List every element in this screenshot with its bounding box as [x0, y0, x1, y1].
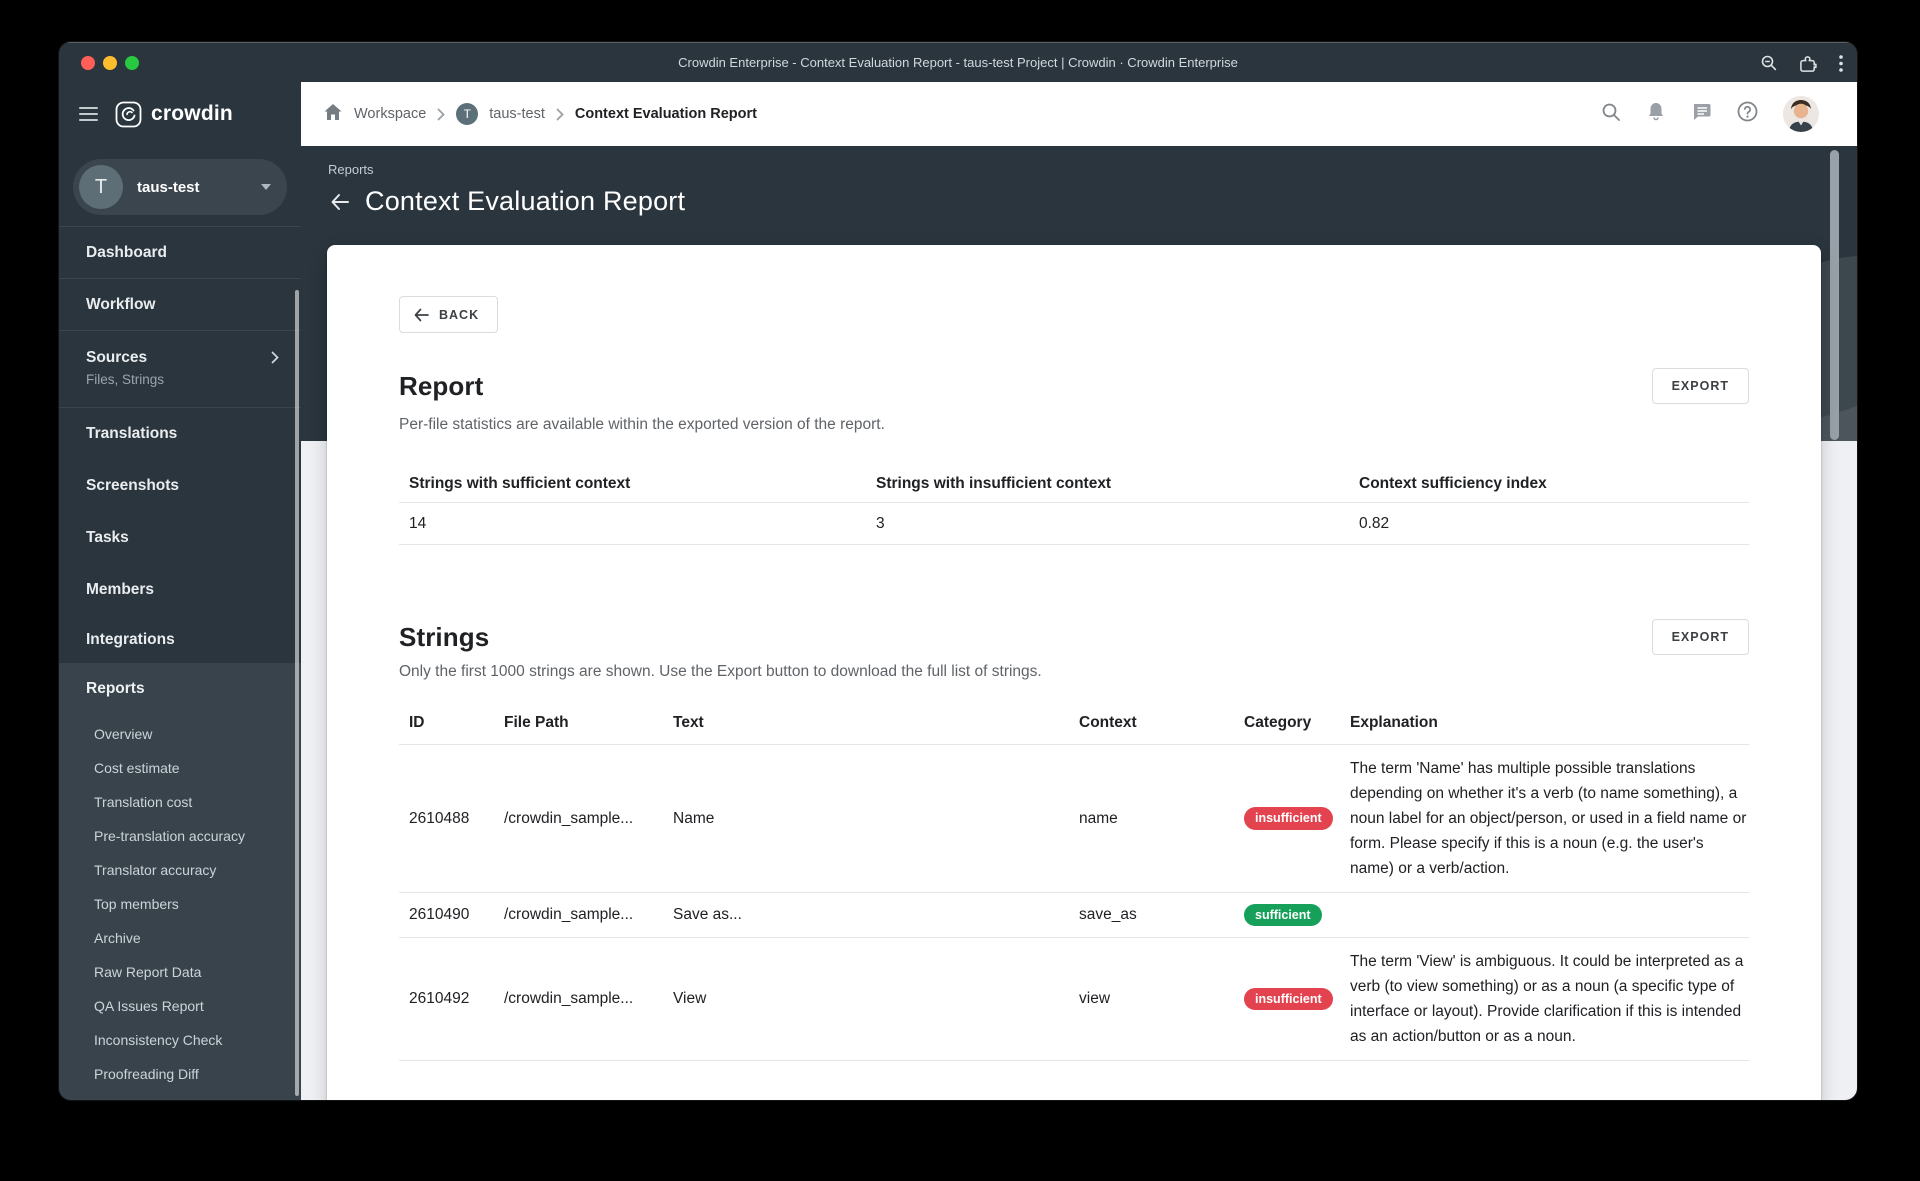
main-area: Reports Context Evaluation Report Worksp…	[301, 82, 1857, 1100]
sources-subtitle: Files, Strings	[86, 372, 165, 387]
screen: Crowdin Enterprise - Context Evaluation …	[0, 0, 1920, 1181]
sidebar-item-workflow[interactable]: Workflow	[59, 279, 301, 331]
breadcrumb-current: Context Evaluation Report	[574, 106, 757, 122]
chevron-down-icon	[261, 184, 271, 190]
crowdin-wordmark: crowdin	[151, 102, 233, 125]
back-button[interactable]: BACK	[399, 296, 499, 333]
extensions-icon[interactable]	[1799, 54, 1818, 73]
sidebar-item-top-members[interactable]: Top members	[59, 887, 301, 921]
breadcrumb-project[interactable]: taus-test	[489, 106, 545, 122]
category-badge: sufficient	[1244, 903, 1322, 927]
sidebar-item-translation-cost[interactable]: Translation cost	[59, 785, 301, 819]
strings-export-button[interactable]: EXPORT	[1651, 619, 1749, 655]
string-id: 2610490	[409, 906, 470, 923]
sidebar-item-sources[interactable]: Sources Files, Strings	[59, 331, 301, 408]
sidebar-item-inconsistency-check[interactable]: Inconsistency Check	[59, 1023, 301, 1057]
strings-heading: Strings	[399, 621, 490, 652]
chevron-right-icon	[556, 108, 564, 121]
user-avatar[interactable]	[1783, 96, 1819, 132]
sidebar-item-screenshots[interactable]: Screenshots	[59, 460, 301, 512]
sidebar-item-members[interactable]: Members	[59, 564, 301, 616]
sidebar-item-archive[interactable]: Archive	[59, 921, 301, 955]
browser-window: Crowdin Enterprise - Context Evaluation …	[59, 42, 1857, 1100]
chevron-right-icon	[437, 108, 446, 121]
string-context: save_as	[1079, 906, 1137, 923]
back-arrow-icon[interactable]	[328, 190, 352, 214]
search-icon[interactable]	[1601, 102, 1621, 127]
strings-table-header: ID File Path Text Context Category Expla…	[399, 701, 1749, 745]
sidebar-item-tasks[interactable]: Tasks	[59, 512, 301, 564]
breadcrumb-workspace[interactable]: Workspace	[354, 106, 426, 122]
string-explanation: The term 'Name' has multiple possible tr…	[1350, 760, 1747, 877]
sidebar-item-reports[interactable]: Reports	[59, 675, 301, 703]
stat-header-sufficient: Strings with sufficient context	[409, 475, 631, 492]
report-heading: Report	[399, 370, 484, 401]
back-arrow-icon	[414, 308, 429, 321]
table-row: 2610492 /crowdin_sample... View view ins…	[399, 938, 1749, 1061]
stat-value-insufficient: 3	[876, 514, 885, 532]
string-text: View	[673, 990, 707, 1007]
sidebar-item-translator-accuracy[interactable]: Translator accuracy	[59, 853, 301, 887]
page-title: Context Evaluation Report	[365, 186, 686, 216]
hamburger-menu-icon[interactable]	[79, 103, 98, 125]
table-row: 2610488 /crowdin_sample... Name name ins…	[399, 745, 1749, 893]
string-file-path: /crowdin_sample...	[504, 990, 634, 1007]
crowdin-logo[interactable]: crowdin	[115, 101, 233, 128]
project-avatar: T	[79, 165, 123, 209]
sidebar-item-cost-estimate[interactable]: Cost estimate	[59, 751, 301, 785]
category-badge: insufficient	[1244, 807, 1333, 830]
sidebar-item-dashboard[interactable]: Dashboard	[59, 227, 301, 279]
string-file-path: /crowdin_sample...	[504, 906, 634, 923]
report-export-button[interactable]: EXPORT	[1651, 368, 1749, 404]
sidebar: crowdin T taus-test Dashboard Workflow S…	[59, 82, 301, 1100]
sidebar-item-proofreading-diff[interactable]: Proofreading Diff	[59, 1057, 301, 1091]
stat-value-sufficient: 14	[409, 514, 427, 532]
crowdin-logo-icon	[115, 101, 142, 127]
page-scrollbar[interactable]	[1830, 150, 1839, 440]
string-context: name	[1079, 809, 1118, 827]
page-zoom-icon[interactable]	[1760, 54, 1778, 72]
category-badge: insufficient	[1244, 987, 1333, 1011]
notifications-bell-icon[interactable]	[1646, 101, 1666, 127]
report-stats-table: Strings with sufficient context Strings …	[399, 466, 1749, 545]
sidebar-item-pre-translation-accuracy[interactable]: Pre-translation accuracy	[59, 819, 301, 853]
string-file-path: /crowdin_sample...	[504, 809, 634, 827]
strings-table: ID File Path Text Context Category Expla…	[399, 701, 1749, 1061]
project-selector[interactable]: T taus-test	[73, 159, 287, 215]
report-card: BACK Report EXPORT Per-file statistics a…	[327, 245, 1821, 1100]
stat-header-insufficient: Strings with insufficient context	[876, 475, 1112, 492]
browser-tab-title: Crowdin Enterprise - Context Evaluation …	[678, 55, 1238, 70]
string-explanation	[1340, 893, 1749, 937]
breadcrumb-bar: Workspace T taus-test Context Evaluation…	[301, 82, 1857, 146]
string-id: 2610488	[409, 809, 470, 827]
sidebar-item-overview[interactable]: Overview	[59, 717, 301, 751]
messages-icon[interactable]	[1691, 102, 1712, 127]
sidebar-scrollbar[interactable]	[295, 290, 299, 1096]
chevron-right-icon	[271, 351, 279, 369]
string-text: Save as...	[673, 906, 742, 923]
stat-header-index: Context sufficiency index	[1359, 475, 1547, 492]
breadcrumb: Workspace T taus-test Context Evaluation…	[323, 103, 757, 125]
help-icon[interactable]	[1737, 101, 1758, 127]
breadcrumb-project-avatar[interactable]: T	[456, 103, 479, 125]
browser-menu-icon[interactable]	[1839, 54, 1843, 72]
report-subtitle: Per-file statistics are available within…	[399, 416, 885, 433]
string-id: 2610492	[409, 990, 470, 1007]
sidebar-nav: Dashboard Workflow Sources Files, String…	[59, 226, 301, 1100]
sidebar-item-raw-report-data[interactable]: Raw Report Data	[59, 955, 301, 989]
sidebar-item-integrations[interactable]: Integrations	[59, 616, 301, 663]
string-context: view	[1079, 990, 1111, 1007]
string-explanation: The term 'View' is ambiguous. It could b…	[1350, 953, 1744, 1045]
stat-value-index: 0.82	[1359, 514, 1390, 532]
string-text: Name	[673, 809, 715, 827]
sidebar-item-qa-issues-report[interactable]: QA Issues Report	[59, 989, 301, 1023]
sidebar-item-translations[interactable]: Translations	[59, 408, 301, 460]
sidebar-section-reports: Reports Overview Cost estimate Translati…	[59, 663, 301, 1100]
project-name: taus-test	[137, 178, 200, 196]
hero-eyebrow: Reports	[328, 162, 374, 177]
table-row: 2610490 /crowdin_sample... Save as... sa…	[399, 893, 1749, 938]
strings-subtitle: Only the first 1000 strings are shown. U…	[399, 663, 1042, 680]
browser-titlebar: Crowdin Enterprise - Context Evaluation …	[59, 42, 1857, 82]
home-icon[interactable]	[323, 103, 343, 125]
